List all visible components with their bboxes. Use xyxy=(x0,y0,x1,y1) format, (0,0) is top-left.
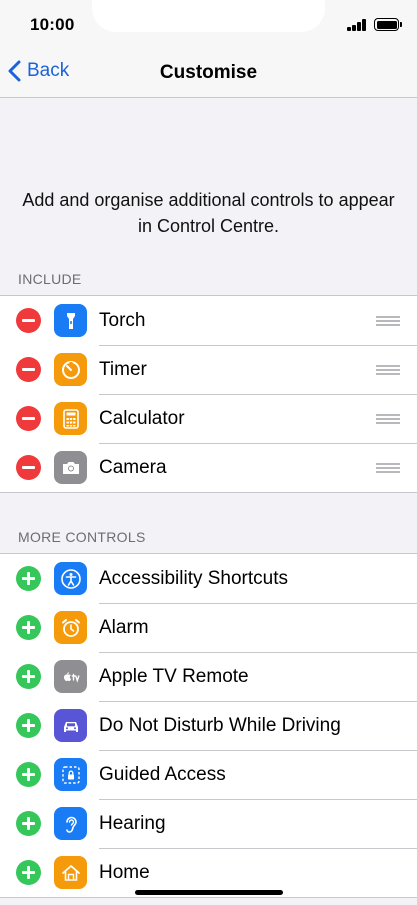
remove-button[interactable] xyxy=(16,308,41,333)
ear-icon xyxy=(54,807,87,840)
list-item-timer: Timer xyxy=(0,345,417,394)
list-item-do-not-disturb-while-driving: Do Not Disturb While Driving xyxy=(0,701,417,750)
add-button[interactable] xyxy=(16,615,41,640)
remove-button[interactable] xyxy=(16,406,41,431)
add-button[interactable] xyxy=(16,566,41,591)
list-item-label: Guided Access xyxy=(99,764,226,785)
list-item-label: Calculator xyxy=(99,408,185,429)
remove-button[interactable] xyxy=(16,357,41,382)
alarm-icon xyxy=(54,611,87,644)
list-item-label: Apple TV Remote xyxy=(99,666,249,687)
list-item-label: Timer xyxy=(99,359,147,380)
home-indicator[interactable] xyxy=(135,890,283,895)
more-controls-section-header: MORE CONTROLS xyxy=(18,529,146,545)
car-icon xyxy=(54,709,87,742)
list-item-label: Home xyxy=(99,862,150,883)
notch xyxy=(92,0,325,32)
list-item-calculator: Calculator xyxy=(0,394,417,443)
list-item-apple-tv-remote: Apple TV Remote xyxy=(0,652,417,701)
list-item-label: Camera xyxy=(99,457,167,478)
status-time: 10:00 xyxy=(30,15,75,34)
list-item-hearing: Hearing xyxy=(0,799,417,848)
intro-text: Add and organise additional controls to … xyxy=(22,190,395,236)
list-item-label: Torch xyxy=(99,310,146,331)
add-button[interactable] xyxy=(16,762,41,787)
add-button[interactable] xyxy=(16,811,41,836)
list-item-torch: Torch xyxy=(0,296,417,345)
page-title: Customise xyxy=(159,62,258,83)
home-icon xyxy=(54,856,87,889)
list-item-label: Hearing xyxy=(99,813,166,834)
status-bar: 10:00 xyxy=(0,0,417,50)
reorder-handle-icon[interactable] xyxy=(376,414,400,424)
reorder-handle-icon[interactable] xyxy=(376,463,400,473)
list-item-label: Do Not Disturb While Driving xyxy=(99,715,341,736)
list-item-camera: Camera xyxy=(0,443,417,492)
torch-icon xyxy=(54,304,87,337)
signal-icon xyxy=(347,19,369,31)
include-list: Torch Timer Calculator Camera xyxy=(0,295,417,493)
add-button[interactable] xyxy=(16,860,41,885)
camera-icon xyxy=(54,451,87,484)
more-controls-list: Accessibility Shortcuts Alarm Apple TV R… xyxy=(0,553,417,898)
lock-icon xyxy=(54,758,87,791)
add-button[interactable] xyxy=(16,713,41,738)
battery-icon xyxy=(374,18,402,31)
list-item-accessibility-shortcuts: Accessibility Shortcuts xyxy=(0,554,417,603)
list-item-label: Alarm xyxy=(99,617,149,638)
nav-bar: Back Customise xyxy=(0,50,417,98)
accessibility-icon xyxy=(54,562,87,595)
list-item-label: Accessibility Shortcuts xyxy=(99,568,289,589)
apple-tv-icon xyxy=(54,660,87,693)
list-item-guided-access: Guided Access xyxy=(0,750,417,799)
reorder-handle-icon[interactable] xyxy=(376,316,400,326)
include-section-header: INCLUDE xyxy=(18,271,82,287)
calculator-icon xyxy=(54,402,87,435)
timer-icon xyxy=(54,353,87,386)
reorder-handle-icon[interactable] xyxy=(376,365,400,375)
add-button[interactable] xyxy=(16,664,41,689)
remove-button[interactable] xyxy=(16,455,41,480)
list-item-alarm: Alarm xyxy=(0,603,417,652)
